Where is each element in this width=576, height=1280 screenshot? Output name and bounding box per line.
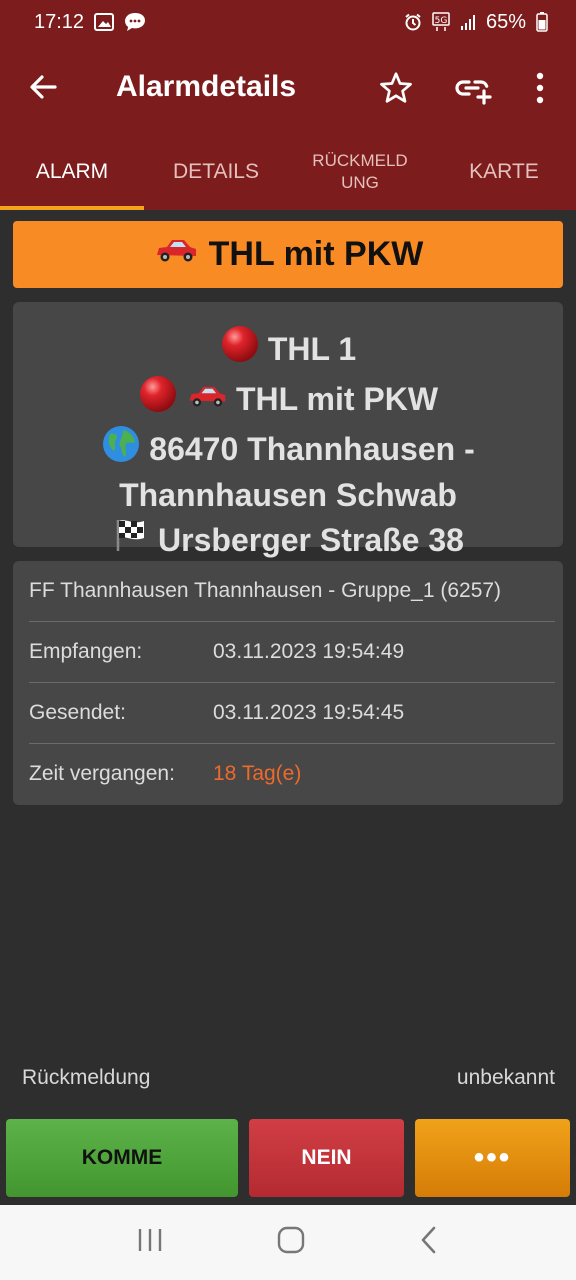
summary-line-4: Thannhausen Schwab [119, 477, 457, 513]
signal-icon [460, 13, 476, 31]
komme-button[interactable]: KOMME [6, 1119, 238, 1197]
info-row-unit: FF Thannhausen Thannhausen - Gruppe_1 (6… [29, 561, 555, 622]
alarm-info-card: FF Thannhausen Thannhausen - Gruppe_1 (6… [13, 561, 563, 805]
info-row-sent: Gesendet: 03.11.2023 19:54:45 [29, 683, 555, 744]
tab-karte[interactable]: KARTE [432, 134, 576, 210]
page-title: Alarmdetails [116, 70, 297, 103]
banner-text: THL mit PKW [208, 235, 424, 273]
alarm-keyword-banner: THL mit PKW [13, 221, 563, 288]
sent-value: 03.11.2023 19:54:45 [213, 701, 405, 724]
info-row-received: Empfangen: 03.11.2023 19:54:49 [29, 622, 555, 683]
battery-icon [536, 12, 548, 32]
summary-line-3: 86470 Thannhausen - [149, 431, 475, 467]
add-link-icon[interactable] [454, 72, 492, 111]
tab-rueckmeldung[interactable]: RÜCKMELD UNG [288, 134, 432, 210]
gallery-icon [94, 13, 115, 31]
svg-text:5G: 5G [435, 16, 448, 26]
alarm-clock-icon [404, 13, 422, 31]
home-icon[interactable] [276, 1225, 306, 1260]
recent-apps-icon[interactable] [136, 1227, 164, 1258]
alarm-summary-card: THL 1 THL mit PKW 86470 Thannhausen - Th… [13, 302, 563, 558]
star-icon[interactable] [378, 70, 414, 111]
app-bar: Alarmdetails [0, 44, 576, 134]
response-status: unbekannt [456, 1066, 555, 1089]
unit-text: FF Thannhausen Thannhausen - Gruppe_1 (6… [29, 579, 502, 602]
red-circle-icon [220, 324, 260, 374]
sent-label: Gesendet: [29, 701, 126, 724]
tab-details[interactable]: DETAILS [144, 134, 288, 210]
red-circle-icon [138, 374, 178, 424]
nein-button[interactable]: NEIN [249, 1119, 404, 1197]
response-label: Rückmeldung [22, 1066, 151, 1089]
checkered-flag-icon [112, 516, 150, 564]
status-time: 17:12 [34, 10, 85, 33]
overflow-menu-icon[interactable] [530, 70, 550, 111]
tab-bar: ALARM DETAILS RÜCKMELD UNG KARTE [0, 134, 576, 210]
system-nav-bar [0, 1205, 576, 1280]
battery-percent: 65% [485, 10, 526, 33]
tab-alarm[interactable]: ALARM [0, 134, 144, 210]
elapsed-value: 18 Tag(e) [213, 762, 302, 785]
info-row-elapsed: Zeit vergangen: 18 Tag(e) [29, 744, 555, 804]
received-value: 03.11.2023 19:54:49 [213, 640, 405, 663]
summary-line-1: THL 1 [267, 331, 357, 367]
car-icon [186, 378, 228, 420]
received-label: Empfangen: [29, 640, 143, 663]
elapsed-label: Zeit vergangen: [29, 762, 175, 785]
status-bar: 17:12 5G 65% [0, 0, 576, 44]
car-icon [153, 235, 199, 274]
back-icon[interactable] [418, 1225, 440, 1260]
5g-icon: 5G [432, 12, 450, 32]
more-options-button[interactable]: ••• [415, 1119, 570, 1197]
summary-line-2: THL mit PKW [235, 381, 439, 417]
globe-icon [101, 424, 141, 474]
message-icon [124, 12, 146, 32]
back-arrow-icon[interactable] [28, 72, 62, 106]
summary-line-5: Ursberger Straße 38 [158, 522, 464, 558]
